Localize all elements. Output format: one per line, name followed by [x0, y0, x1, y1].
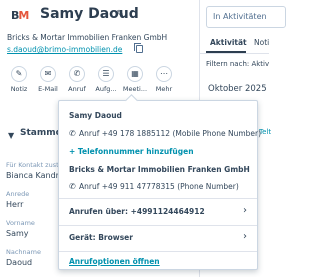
- firstname-field-value[interactable]: Samy: [6, 229, 29, 238]
- device-label: Gerät: Browser: [69, 233, 133, 242]
- task-icon: ☰: [98, 66, 114, 82]
- company-logo: BM: [11, 9, 29, 22]
- chevron-right-icon: ›: [243, 205, 247, 216]
- email-icon: ✉: [40, 66, 56, 82]
- company-call-label: Anruf +49 911 47778315 (Phone Number): [79, 182, 239, 191]
- edit-pencil-icon[interactable]: ✎: [116, 10, 126, 20]
- more-action-button[interactable]: ⋯ Mehr: [151, 66, 177, 93]
- chevron-right-icon: ›: [243, 231, 247, 242]
- device-selector[interactable]: Gerät: Browser ›: [59, 227, 257, 249]
- call-options-link[interactable]: Anrufoptionen öffnen: [69, 257, 160, 266]
- copy-icon[interactable]: [134, 43, 143, 53]
- meeting-action-label: Meeti...: [122, 85, 148, 93]
- activity-search-input[interactable]: In Aktivitäten: [206, 6, 286, 28]
- tabs-divider: [200, 53, 269, 54]
- popover-contact-title: Samy Daoud: [69, 111, 122, 120]
- contact-email-link[interactable]: s.daoud@brimo-immobilien.de: [7, 45, 122, 54]
- salutation-field-label: Anrede: [6, 190, 30, 198]
- call-action-button[interactable]: ✆ Anruf: [64, 66, 90, 93]
- tab-activity[interactable]: Aktivität: [210, 38, 247, 47]
- call-action-label: Anruf: [68, 85, 86, 93]
- contact-company: Bricks & Mortar Immobilien Franken GmbH: [7, 33, 168, 42]
- activity-filter-text[interactable]: Filtern nach: Aktiv: [206, 60, 269, 68]
- owner-field-value[interactable]: Bianca Kandra: [6, 171, 64, 180]
- popover-company-title: Bricks & Mortar Immobilien Franken GmbH: [69, 165, 250, 174]
- call-via-selector[interactable]: Anrufen über: +4991124464912 ›: [59, 201, 257, 223]
- popover-divider: [59, 225, 257, 226]
- more-action-label: Mehr: [155, 85, 173, 93]
- salutation-field-value[interactable]: Herr: [6, 200, 23, 209]
- note-action-label: Notiz: [10, 85, 28, 93]
- task-action-button[interactable]: ☰ Aufg...: [93, 66, 119, 93]
- popover-divider: [59, 251, 257, 252]
- task-action-label: Aufg...: [95, 85, 117, 93]
- phone-icon: ✆: [69, 66, 85, 82]
- contact-call-label: Anruf +49 178 1885112 (Mobile Phone Numb…: [79, 129, 262, 138]
- phone-icon: ✆: [69, 182, 76, 191]
- note-action-button[interactable]: ✎ Notiz: [6, 66, 32, 93]
- call-via-label: Anrufen über: +4991124464912: [69, 207, 205, 216]
- email-action-button[interactable]: ✉ E-Mail: [35, 66, 61, 93]
- more-icon: ⋯: [156, 66, 172, 82]
- phone-icon: ✆: [69, 129, 76, 138]
- chevron-down-icon: ▼: [8, 131, 15, 140]
- popover-divider: [59, 198, 257, 199]
- call-popover: Samy Daoud ✆ Anruf +49 178 1885112 (Mobil…: [58, 94, 261, 270]
- lastname-field-label: Nachname: [6, 248, 41, 256]
- note-icon: ✎: [11, 66, 27, 82]
- action-bar: ✎ Notiz ✉ E-Mail ✆ Anruf ☰ Aufg... ▦ Mee…: [6, 66, 172, 98]
- add-phone-number-link[interactable]: + Telefonnummer hinzufügen: [69, 147, 194, 156]
- tab-notes[interactable]: Noti: [254, 38, 269, 47]
- meeting-icon: ▦: [127, 66, 143, 82]
- lastname-field-value[interactable]: Daoud: [6, 258, 32, 267]
- company-call-option[interactable]: ✆ Anruf +49 911 47778315 (Phone Number): [69, 182, 239, 191]
- activity-month-heading: Oktober 2025: [208, 84, 267, 94]
- meeting-action-button[interactable]: ▦ Meeti...: [122, 66, 148, 93]
- firstname-field-label: Vorname: [6, 219, 35, 227]
- email-action-label: E-Mail: [38, 85, 58, 93]
- contact-call-option[interactable]: ✆ Anruf +49 178 1885112 (Mobile Phone Num…: [69, 129, 261, 138]
